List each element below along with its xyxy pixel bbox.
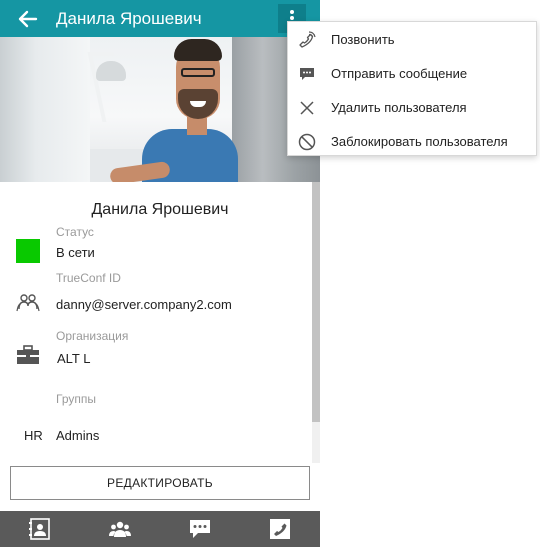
menu-item-send-message[interactable]: Отправить сообщение xyxy=(288,56,538,90)
trueconf-id-icon xyxy=(16,292,40,319)
group-icon xyxy=(109,521,131,537)
organization-label: Организация xyxy=(56,329,129,343)
arrow-left-icon xyxy=(18,10,38,28)
organization-value: ALT L xyxy=(57,351,91,366)
tab-groups[interactable] xyxy=(80,511,160,547)
menu-item-label: Позвонить xyxy=(331,32,395,47)
groups-label: Группы xyxy=(56,392,96,406)
menu-item-label: Удалить пользователя xyxy=(331,100,467,115)
chat-icon xyxy=(190,520,210,538)
header-bar: Данила Ярошевич xyxy=(0,0,320,37)
tab-contact-card[interactable] xyxy=(0,511,80,547)
phone-icon xyxy=(270,519,290,539)
call-icon xyxy=(299,31,316,48)
menu-item-label: Отправить сообщение xyxy=(331,66,468,81)
close-icon xyxy=(300,101,314,115)
status-value: В сети xyxy=(56,245,95,260)
group-prefix: HR xyxy=(24,428,43,443)
scrollbar[interactable] xyxy=(312,182,320,463)
menu-item-block-user[interactable]: Заблокировать пользователя xyxy=(288,124,538,158)
tab-calls[interactable] xyxy=(240,511,320,547)
page-title: Данила Ярошевич xyxy=(56,9,202,28)
contact-name: Данила Ярошевич xyxy=(91,201,229,218)
context-menu: Позвонить Отправить сообщение Удалить по… xyxy=(287,21,537,156)
status-indicator xyxy=(16,239,40,263)
menu-item-label: Заблокировать пользователя xyxy=(331,134,508,149)
menu-item-call[interactable]: Позвонить xyxy=(288,22,538,56)
edit-button[interactable]: РЕДАКТИРОВАТЬ xyxy=(10,466,310,500)
briefcase-icon xyxy=(16,345,40,370)
status-label: Статус xyxy=(56,225,94,239)
trueconf-id-value: danny@server.company2.com xyxy=(56,297,232,312)
tab-chat[interactable] xyxy=(160,511,240,547)
back-button[interactable] xyxy=(14,5,42,33)
scrollbar-thumb[interactable] xyxy=(312,182,320,422)
contact-card-icon xyxy=(29,518,50,540)
more-vert-icon xyxy=(290,10,294,14)
message-icon xyxy=(300,68,314,80)
contact-photo xyxy=(0,37,320,182)
group-value: Admins xyxy=(56,428,100,443)
trueconf-id-label: TrueConf ID xyxy=(56,271,121,285)
bottom-tab-bar xyxy=(0,511,320,547)
block-icon xyxy=(298,133,316,151)
contact-panel: Данила Ярошевич Данила Ярошевич Статус В… xyxy=(0,0,320,547)
menu-item-delete-user[interactable]: Удалить пользователя xyxy=(288,90,538,124)
